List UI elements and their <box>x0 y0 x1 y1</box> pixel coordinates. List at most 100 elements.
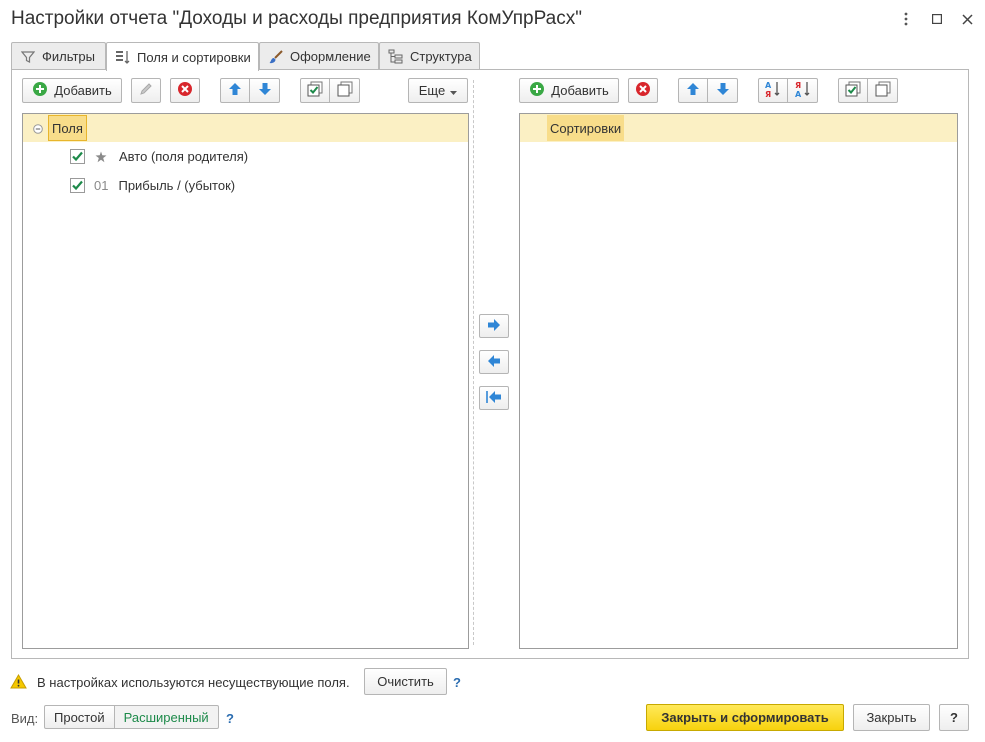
warning-icon <box>10 673 27 692</box>
warning-text: В настройках используются несуществующие… <box>37 675 350 690</box>
chevron-down-icon <box>450 83 458 98</box>
close-and-generate-label: Закрыть и сформировать <box>661 710 829 725</box>
sort-uncheck-all-button[interactable] <box>868 78 898 103</box>
help-warning-link[interactable]: ? <box>453 675 461 690</box>
svg-text:Я: Я <box>795 81 801 90</box>
fields-row-auto-label: Авто (поля родителя) <box>119 149 249 164</box>
fields-move-up-button[interactable] <box>220 78 250 103</box>
uncheck-all-icon <box>337 81 353 100</box>
close-label: Закрыть <box>866 710 917 725</box>
view-label: Вид: <box>11 711 39 726</box>
tab-structure[interactable]: Структура <box>379 42 480 70</box>
fields-move-group <box>220 78 280 103</box>
more-menu-icon[interactable] <box>894 8 918 30</box>
structure-icon <box>388 49 404 65</box>
delete-icon <box>177 81 193 100</box>
fields-root-row[interactable]: Поля <box>23 114 468 142</box>
sort-list[interactable]: Сортировки <box>519 113 958 649</box>
sort-ascending-button[interactable]: АЯ <box>758 78 788 103</box>
tab-appearance[interactable]: Оформление <box>259 42 379 70</box>
close-button[interactable]: Закрыть <box>853 704 930 731</box>
fields-more-label: Еще <box>418 83 446 98</box>
tab-fields-sort-label: Поля и сортировки <box>137 49 251 65</box>
checkbox-profit[interactable] <box>70 178 85 193</box>
fields-check-group <box>300 78 360 103</box>
svg-text:Я: Я <box>765 90 771 98</box>
arrow-down-icon <box>716 82 730 99</box>
help-button[interactable]: ? <box>939 704 969 731</box>
clear-button[interactable]: Очистить <box>364 668 447 695</box>
fields-row-profit[interactable]: 01 Прибыль / (убыток) <box>23 171 468 200</box>
tab-appearance-label: Оформление <box>290 49 371 64</box>
arrow-left-icon <box>487 354 501 371</box>
arrow-down-icon <box>258 82 272 99</box>
collapse-icon[interactable] <box>33 122 43 137</box>
maximize-icon[interactable] <box>925 8 949 30</box>
check-all-icon <box>307 81 323 100</box>
fields-uncheck-all-button[interactable] <box>330 78 360 103</box>
view-extended-label: Расширенный <box>123 709 209 725</box>
close-and-generate-button[interactable]: Закрыть и сформировать <box>646 704 844 731</box>
move-left-button[interactable] <box>479 350 509 374</box>
plus-circle-icon <box>32 81 48 100</box>
sort-delete-button[interactable] <box>628 78 658 103</box>
brush-icon <box>268 49 284 65</box>
pencil-icon <box>139 82 153 99</box>
sort-header-row[interactable]: Сортировки <box>520 114 957 142</box>
sort-move-up-button[interactable] <box>678 78 708 103</box>
sort-move-down-button[interactable] <box>708 78 738 103</box>
fields-add-label: Добавить <box>54 83 112 98</box>
arrow-right-icon <box>487 318 501 335</box>
view-simple-label: Простой <box>54 709 105 725</box>
svg-text:А: А <box>795 90 802 98</box>
fields-tree[interactable]: Поля Авто (поля родителя) 01 Прибыль / (… <box>22 113 469 649</box>
move-right-button[interactable] <box>479 314 509 338</box>
fields-check-all-button[interactable] <box>300 78 330 103</box>
fields-edit-button[interactable] <box>131 78 161 103</box>
fields-row-auto[interactable]: Авто (поля родителя) <box>23 142 468 171</box>
fields-root-label: Поля <box>48 115 87 141</box>
delete-icon <box>635 81 651 100</box>
fields-row-profit-label: Прибыль / (убыток) <box>118 178 236 193</box>
sort-direction-group: АЯ ЯА <box>758 78 818 103</box>
help-view-link[interactable]: ? <box>226 711 234 726</box>
view-extended-button[interactable]: Расширенный <box>114 705 219 729</box>
sort-add-label: Добавить <box>551 83 609 98</box>
fields-add-button[interactable]: Добавить <box>22 78 122 103</box>
fields-move-down-button[interactable] <box>250 78 280 103</box>
arrow-up-icon <box>686 82 700 99</box>
check-all-icon <box>845 81 861 100</box>
view-simple-button[interactable]: Простой <box>44 705 115 729</box>
tab-filters-label: Фильтры <box>41 49 95 64</box>
tab-filters[interactable]: Фильтры <box>11 42 106 70</box>
sort-ascending-icon: АЯ <box>764 80 782 101</box>
checkbox-auto[interactable] <box>70 149 85 164</box>
fields-row-profit-code: 01 <box>94 178 109 193</box>
clear-label: Очистить <box>377 674 434 689</box>
fields-sort-icon <box>115 49 131 65</box>
sort-add-button[interactable]: Добавить <box>519 78 619 103</box>
tab-structure-label: Структура <box>410 49 472 64</box>
window-title: Настройки отчета "Доходы и расходы предп… <box>11 8 582 29</box>
sort-check-group <box>838 78 898 103</box>
sort-header-label: Сортировки <box>547 115 625 141</box>
view-mode-switch: Простой Расширенный <box>44 705 219 729</box>
star-icon <box>94 151 108 163</box>
filter-icon <box>20 49 36 65</box>
svg-text:А: А <box>765 81 772 90</box>
arrow-left-all-icon <box>486 390 502 407</box>
pane-divider[interactable] <box>473 80 474 645</box>
sort-descending-button[interactable]: ЯА <box>788 78 818 103</box>
tab-fields-sort[interactable]: Поля и сортировки <box>106 42 259 71</box>
help-button-label: ? <box>950 710 958 725</box>
sort-descending-icon: ЯА <box>794 80 812 101</box>
arrow-up-icon <box>228 82 242 99</box>
move-all-left-button[interactable] <box>479 386 509 410</box>
fields-delete-button[interactable] <box>170 78 200 103</box>
fields-more-button[interactable]: Еще <box>408 78 468 103</box>
uncheck-all-icon <box>875 81 891 100</box>
close-window-icon[interactable] <box>955 8 979 30</box>
sort-check-all-button[interactable] <box>838 78 868 103</box>
sort-move-group <box>678 78 738 103</box>
plus-circle-icon <box>529 81 545 100</box>
